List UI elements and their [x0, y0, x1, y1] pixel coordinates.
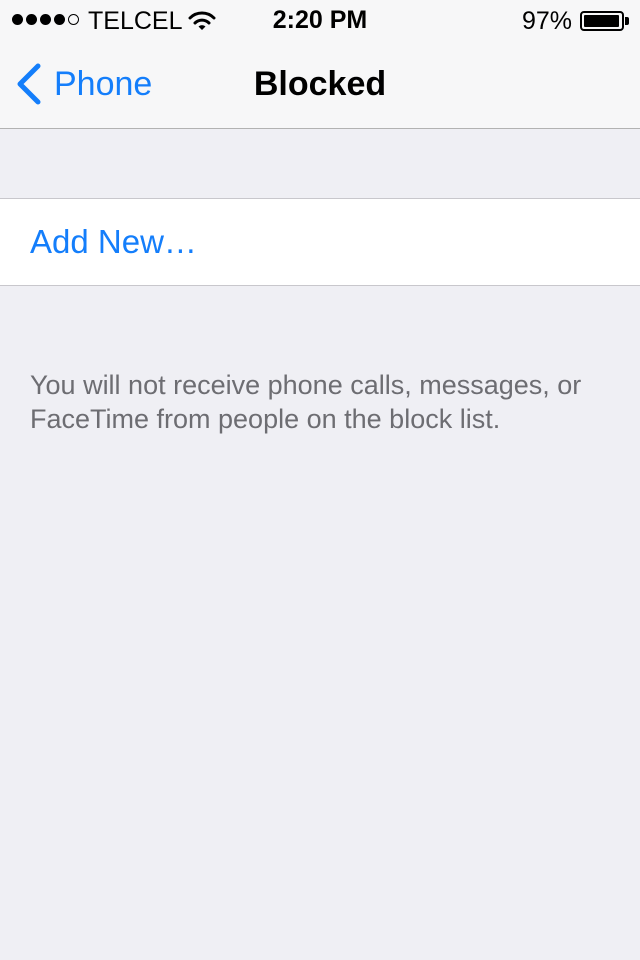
page-title: Blocked	[253, 65, 387, 103]
block-list-footer-note: You will not receive phone calls, messag…	[30, 370, 582, 434]
battery-terminal	[625, 17, 629, 25]
battery-icon	[580, 11, 624, 31]
add-new-label: Add New…	[30, 223, 197, 260]
status-bar: TELCEL 2:20 PM 97%	[0, 0, 640, 40]
battery-level-fill	[584, 15, 619, 27]
battery-percentage: 97%	[521, 7, 572, 35]
add-new-button[interactable]: Add New…	[0, 198, 640, 286]
top-bar: TELCEL 2:20 PM 97% Phone Blocked	[0, 0, 640, 129]
